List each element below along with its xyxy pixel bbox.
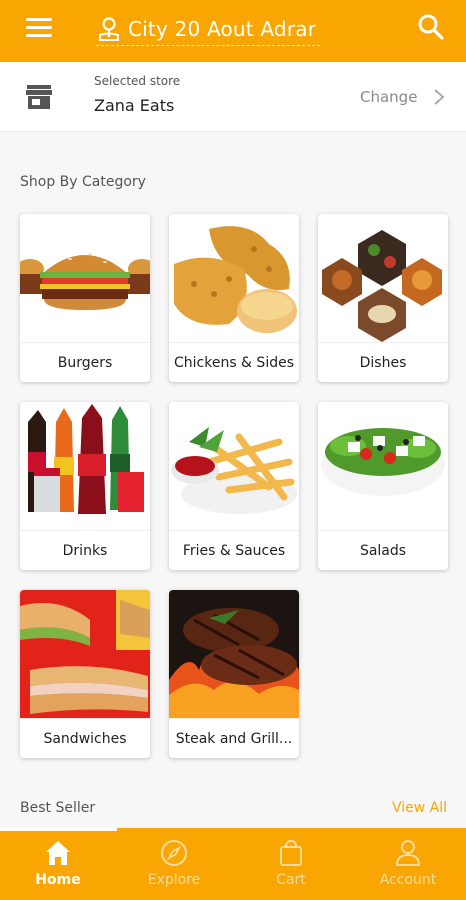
category-card-drinks[interactable]: Drinks [20,402,150,570]
nav-label: Account [379,872,437,888]
soda-bottles-image [20,402,150,530]
change-store-button[interactable]: Change [360,88,417,106]
category-label: Fries & Sauces [169,530,299,570]
map-pin-icon [99,16,119,41]
bottom-navigation: Home Explore Cart Account [0,828,466,900]
nav-label: Home [35,872,81,888]
category-label: Dishes [318,342,448,382]
category-card-fries-sauces[interactable]: Fries & Sauces [169,402,299,570]
category-label: Drinks [20,530,150,570]
search-icon[interactable] [416,12,446,42]
category-card-dishes[interactable]: Dishes [318,214,448,382]
view-all-link[interactable]: View All [392,800,447,816]
grilled-steak-image [169,590,299,718]
sandwiches-image [20,590,150,718]
category-card-steak-grill[interactable]: Steak and Grill... [169,590,299,758]
category-card-burgers[interactable]: Burgers [20,214,150,382]
user-icon [395,840,421,866]
category-card-sandwiches[interactable]: Sandwiches [20,590,150,758]
chevron-right-icon [434,89,445,105]
dishes-collage-image [318,214,448,342]
shop-by-category-title: Shop By Category [20,174,146,190]
fries-ketchup-image [169,402,299,530]
compass-icon [161,840,187,866]
greek-salad-image [318,402,448,530]
nav-item-home[interactable]: Home [0,828,116,900]
fried-chicken-image [169,214,299,342]
location-selector[interactable]: City 20 Aout Adrar [96,12,321,46]
category-label: Burgers [20,342,150,382]
burger-image [20,214,150,342]
hamburger-menu-icon[interactable] [26,16,54,38]
shopping-bag-icon [280,839,302,866]
best-seller-title: Best Seller [20,800,96,816]
nav-item-cart[interactable]: Cart [233,828,349,900]
store-name: Zana Eats [94,96,175,115]
location-title: City 20 Aout Adrar [128,16,317,41]
store-caption: Selected store [94,74,181,88]
nav-label: Explore [147,872,201,888]
category-card-salads[interactable]: Salads [318,402,448,570]
nav-item-account[interactable]: Account [350,828,466,900]
home-icon [46,841,70,865]
category-label: Steak and Grill... [169,718,299,758]
nav-label: Cart [276,872,306,888]
category-label: Salads [318,530,448,570]
category-label: Sandwiches [20,718,150,758]
category-card-chickens-sides[interactable]: Chickens & Sides [169,214,299,382]
category-label: Chickens & Sides [169,342,299,382]
storefront-icon [26,85,52,109]
nav-item-explore[interactable]: Explore [116,828,232,900]
app-header: City 20 Aout Adrar [0,0,466,62]
selected-store-bar[interactable]: Selected store Zana Eats Change [0,62,466,132]
